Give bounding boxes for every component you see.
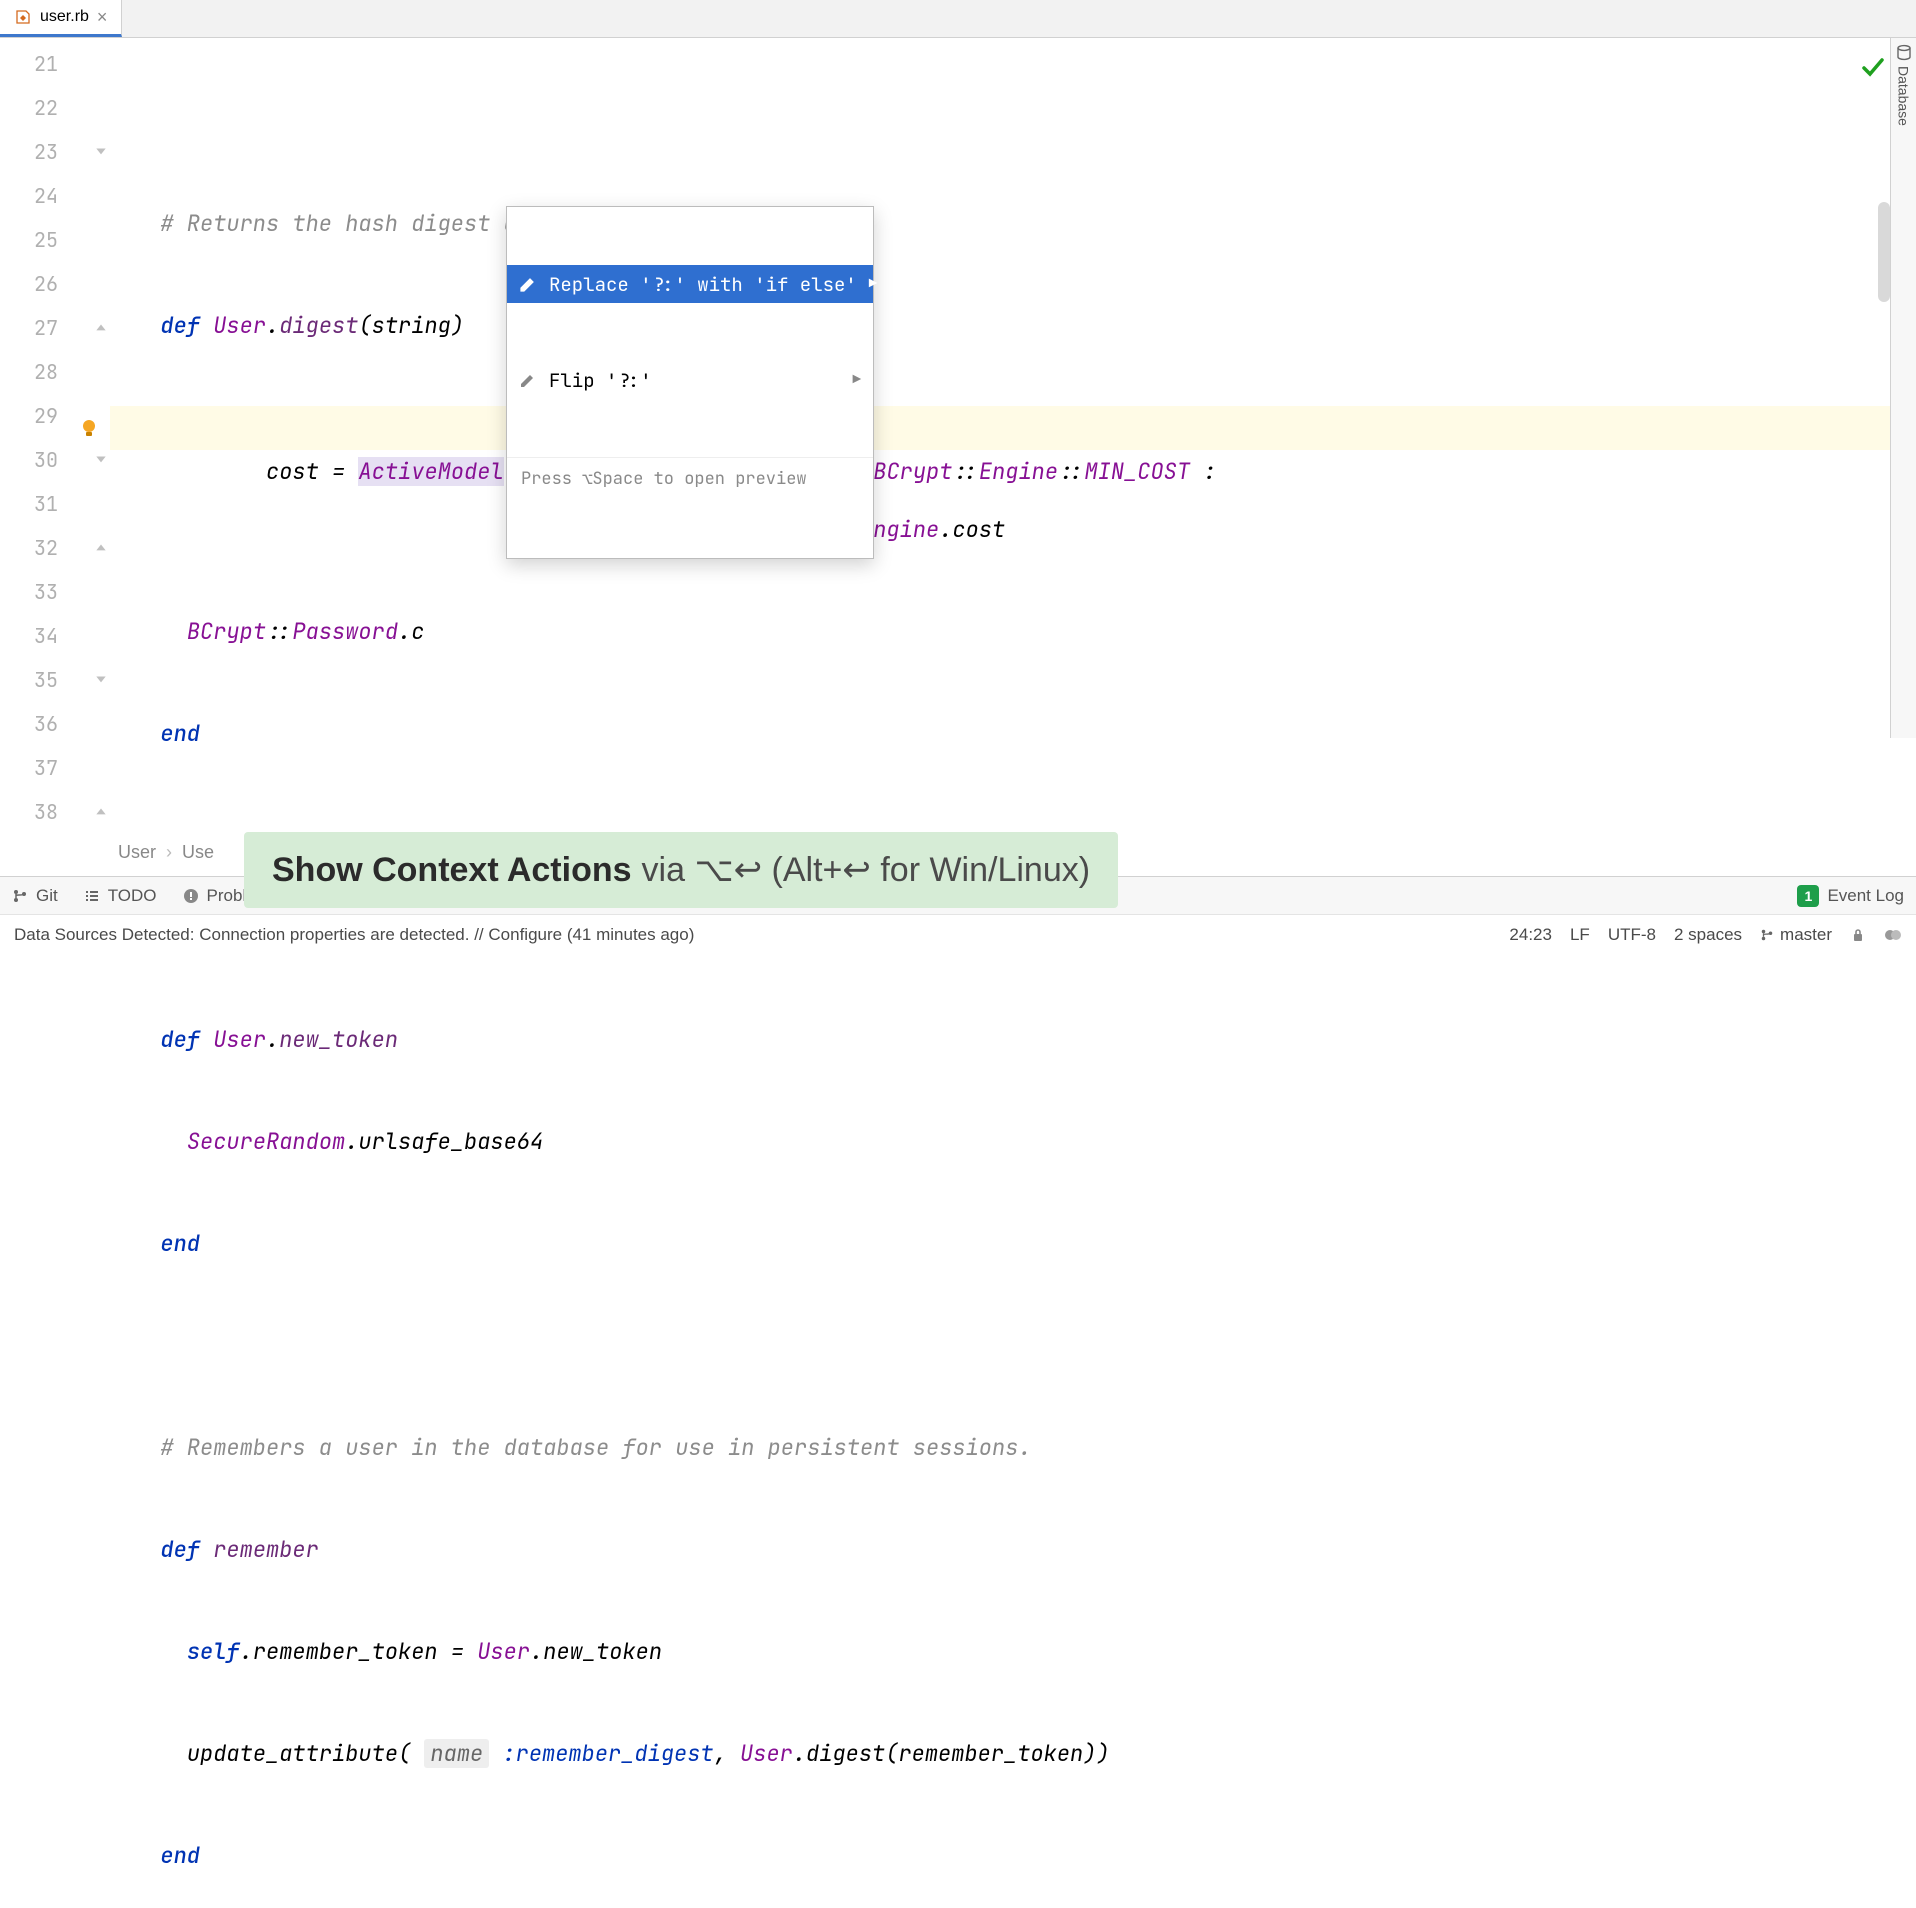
code-line[interactable]: BCrypt::Engine.cost	[110, 508, 1916, 552]
line-number[interactable]: 23	[0, 130, 110, 174]
file-tab-user-rb[interactable]: user.rb ×	[0, 0, 122, 37]
tool-git[interactable]: Git	[12, 886, 58, 906]
fold-marker-icon[interactable]	[94, 145, 108, 159]
fold-end-icon[interactable]	[94, 805, 108, 819]
breadcrumbs: User › Use	[118, 842, 214, 863]
line-number[interactable]: 37	[0, 746, 110, 790]
caret-position[interactable]: 24:23	[1509, 925, 1552, 945]
menu-item-label: Replace '?:' with 'if else'	[549, 272, 857, 297]
line-number[interactable]: 21	[0, 42, 110, 86]
line-number[interactable]: 33	[0, 570, 110, 614]
code-line[interactable]	[110, 1324, 1916, 1368]
edit-icon	[519, 371, 537, 389]
ruby-file-icon	[14, 8, 32, 26]
editor-area: 21 22 23 24 25 26 27 28 29 30 31 32 33 3…	[0, 38, 1916, 838]
lock-icon[interactable]	[1850, 927, 1866, 943]
intention-bulb-icon[interactable]	[78, 417, 100, 439]
line-number[interactable]: 32	[0, 526, 110, 570]
fold-end-icon[interactable]	[94, 321, 108, 335]
line-number[interactable]: 27	[0, 306, 110, 350]
database-tool-label[interactable]: Database	[1896, 66, 1912, 126]
code-line[interactable]: SecureRandom.urlsafe_base64	[110, 1120, 1916, 1164]
code-line[interactable]: # Returns the hash digest of the given s…	[110, 202, 1916, 246]
database-icon[interactable]	[1895, 44, 1913, 62]
line-number[interactable]: 28	[0, 350, 110, 394]
line-number[interactable]: 34	[0, 614, 110, 658]
file-encoding[interactable]: UTF-8	[1608, 925, 1656, 945]
tool-todo[interactable]: TODO	[84, 886, 157, 906]
tab-filename: user.rb	[40, 8, 89, 26]
code-line[interactable]: BCrypt::Password.c	[110, 610, 1916, 654]
ide-status-icon[interactable]	[1884, 926, 1902, 944]
breadcrumb-item[interactable]: User	[118, 842, 156, 863]
tip-title: Show Context Actions	[272, 851, 632, 890]
code-line[interactable]: def remember	[110, 1528, 1916, 1572]
status-bar: Data Sources Detected: Connection proper…	[0, 914, 1916, 954]
code-line[interactable]: end	[110, 1222, 1916, 1266]
branch-icon	[1760, 928, 1774, 942]
git-branch-widget[interactable]: master	[1760, 925, 1832, 945]
editor-tab-bar: user.rb ×	[0, 0, 1916, 38]
breadcrumb-separator-icon: ›	[166, 842, 172, 863]
code-line[interactable]: # Remembers a user in the database for u…	[110, 1426, 1916, 1470]
line-number[interactable]: 22	[0, 86, 110, 130]
code-line[interactable]: def User.new_token	[110, 1018, 1916, 1062]
status-message[interactable]: Data Sources Detected: Connection proper…	[14, 925, 694, 945]
tool-event-log[interactable]: 1 Event Log	[1797, 885, 1904, 907]
branch-icon	[12, 888, 28, 904]
edit-icon	[519, 275, 537, 293]
close-tab-icon[interactable]: ×	[97, 7, 108, 28]
line-number[interactable]: 35	[0, 658, 110, 702]
line-number[interactable]: 31	[0, 482, 110, 526]
submenu-arrow-icon: ▶	[869, 275, 877, 293]
code-line[interactable]	[110, 100, 1916, 144]
code-line[interactable]: self.remember_token = User.new_token	[110, 1630, 1916, 1674]
breadcrumb-item[interactable]: Use	[182, 842, 214, 863]
fold-end-icon[interactable]	[94, 541, 108, 555]
line-separator[interactable]: LF	[1570, 925, 1590, 945]
line-number[interactable]: 36	[0, 702, 110, 746]
fold-marker-icon[interactable]	[94, 453, 108, 467]
line-number[interactable]: 25	[0, 218, 110, 262]
scrollbar-thumb[interactable]	[1878, 202, 1890, 302]
menu-hint: Press ⌥Space to open preview	[507, 457, 873, 500]
event-count-badge: 1	[1797, 885, 1819, 907]
code-line-current[interactable]: cost = ActiveModel::SecurePassword.min_c…	[110, 406, 1916, 450]
code-line[interactable]: def User.digest(string)	[110, 304, 1916, 348]
line-number[interactable]: 30	[0, 438, 110, 482]
code-area[interactable]: # Returns the hash digest of the given s…	[110, 38, 1916, 838]
warning-icon	[183, 888, 199, 904]
intention-replace-ternary[interactable]: Replace '?:' with 'if else' ▶	[507, 265, 873, 303]
menu-item-label: Flip '?:'	[549, 368, 652, 393]
context-actions-popup: Replace '?:' with 'if else' ▶ Flip '?:' …	[506, 206, 874, 559]
submenu-arrow-icon: ▶	[853, 371, 861, 389]
fold-marker-icon[interactable]	[94, 673, 108, 687]
code-line[interactable]: end	[110, 712, 1916, 756]
line-number[interactable]: 38	[0, 790, 110, 834]
code-line[interactable]: end	[110, 1834, 1916, 1878]
line-number[interactable]: 24	[0, 174, 110, 218]
indent-setting[interactable]: 2 spaces	[1674, 925, 1742, 945]
intention-flip-ternary[interactable]: Flip '?:' ▶	[507, 361, 873, 399]
right-tool-stripe: Database	[1890, 38, 1916, 738]
inspection-ok-icon[interactable]	[1860, 54, 1886, 80]
code-line[interactable]: update_attribute( name :remember_digest,…	[110, 1732, 1916, 1776]
list-icon	[84, 888, 100, 904]
line-number[interactable]: 26	[0, 262, 110, 306]
lessons-tip: Show Context Actions via ⌥↩ (Alt+↩ for W…	[244, 832, 1118, 908]
tip-shortcut: via ⌥↩ (Alt+↩ for Win/Linux)	[642, 850, 1091, 890]
